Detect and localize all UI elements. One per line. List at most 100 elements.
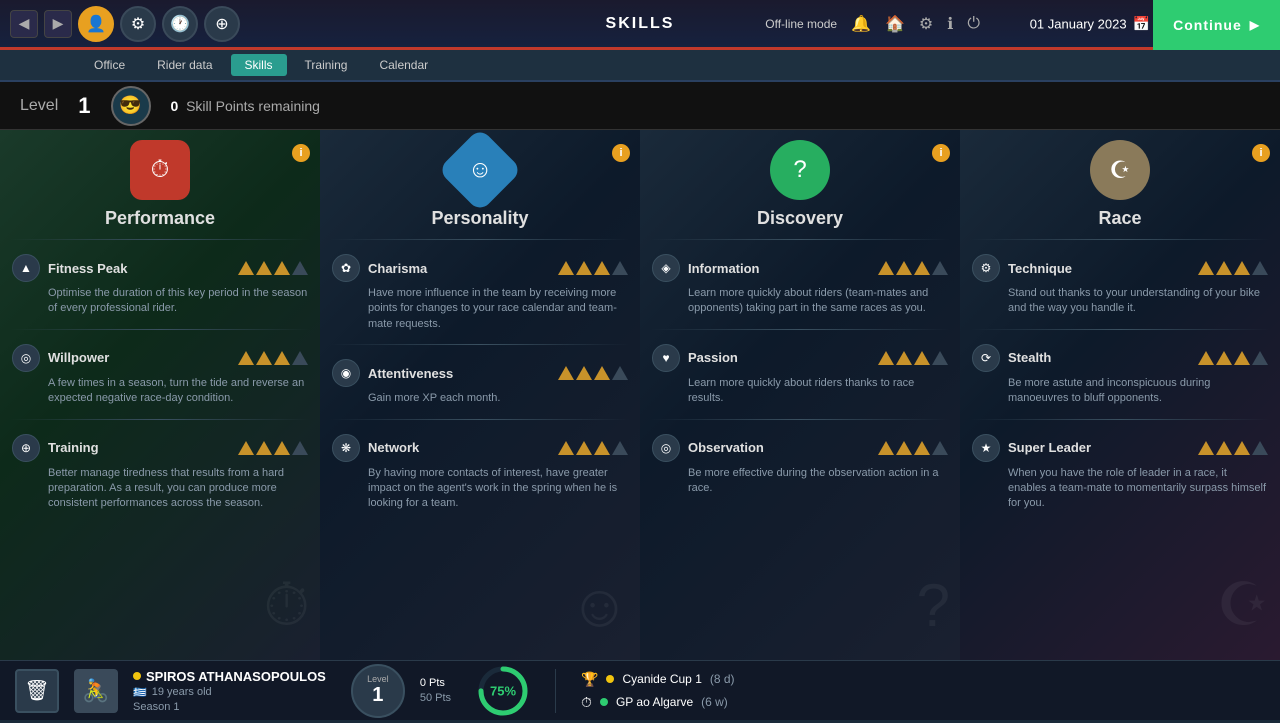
subnav-training[interactable]: Training xyxy=(291,54,362,76)
flag-icon: 🇬🇷 xyxy=(133,686,147,699)
star-4 xyxy=(612,261,628,275)
col-watermark-discovery: ? xyxy=(917,571,950,640)
divider xyxy=(10,329,310,330)
date-display: 01 January 2023 📅 xyxy=(1030,15,1150,32)
skill-willpower-row: ◎ Willpower xyxy=(12,344,308,372)
divider xyxy=(330,344,630,345)
nav-icon-team[interactable]: ⚙ xyxy=(120,6,156,42)
skill-attentiveness-row: ◉ Attentiveness xyxy=(332,359,628,387)
skill-information-icon: ◈ xyxy=(652,254,680,282)
discovery-icon: ? xyxy=(770,140,830,200)
home-icon[interactable]: 🏠 xyxy=(885,14,905,34)
skill-charisma-desc: Have more influence in the team by recei… xyxy=(332,286,628,332)
continue-button[interactable]: Continue xyxy=(1153,0,1280,50)
pts-total-row: 50 Pts xyxy=(420,692,451,704)
skill-technique-icon: ⚙ xyxy=(972,254,1000,282)
star-2 xyxy=(576,261,592,275)
calendar-icon[interactable]: 📅 xyxy=(1133,15,1150,32)
skill-training-row: ⊕ Training xyxy=(12,434,308,462)
skill-attentiveness-desc: Gain more XP each month. xyxy=(332,391,628,406)
skill-network-stars xyxy=(558,441,628,455)
skill-attentiveness-name: Attentiveness xyxy=(368,366,550,381)
divider xyxy=(650,419,950,420)
date-text: 01 January 2023 xyxy=(1030,16,1127,31)
col-header-performance: ⏱ Performance i xyxy=(0,130,320,233)
pts-info: 0 Pts 50 Pts xyxy=(420,677,451,704)
pts-current-row: 0 Pts xyxy=(420,677,451,689)
skill-passion-desc: Learn more quickly about riders thanks t… xyxy=(652,376,948,407)
star-1 xyxy=(558,441,574,455)
nav-forward-button[interactable]: ▶ xyxy=(44,10,72,38)
skill-observation-row: ◎ Observation xyxy=(652,434,948,462)
skill-willpower-icon: ◎ xyxy=(12,344,40,372)
star-3 xyxy=(594,261,610,275)
pts-current-value: 0 Pts xyxy=(420,677,445,689)
star-1 xyxy=(878,441,894,455)
star-2 xyxy=(256,441,272,455)
rider-age-text: 19 years old xyxy=(152,686,212,698)
skill-network-row: ❋ Network xyxy=(332,434,628,462)
rider-name-text: SPIROS ATHANASOPOULOS xyxy=(146,669,326,684)
skill-stealth-row: ⟳ Stealth xyxy=(972,344,1268,372)
divider xyxy=(970,419,1270,420)
power-icon[interactable]: ⏻ xyxy=(967,15,980,33)
race-info: 🏆 Cyanide Cup 1 (8 d) ⏱ GP ao Algarve (6… xyxy=(581,671,735,711)
skill-network-name: Network xyxy=(368,440,550,455)
star-2 xyxy=(896,261,912,275)
skill-observation-stars xyxy=(878,441,948,455)
star-1 xyxy=(238,261,254,275)
skill-points-value: 0 xyxy=(171,98,179,114)
level-bar: Level 1 😎 0 Skill Points remaining xyxy=(0,82,1280,130)
star-3 xyxy=(274,441,290,455)
race-2-detail: (6 w) xyxy=(701,695,728,709)
info-icon[interactable]: ℹ xyxy=(947,14,953,34)
subnav-riderdata[interactable]: Rider data xyxy=(143,54,226,76)
skill-super-leader-desc: When you have the role of leader in a ra… xyxy=(972,466,1268,512)
rider-level-label: Level xyxy=(367,674,389,684)
page-title: SKILLS xyxy=(606,15,675,33)
skill-fitness-name: Fitness Peak xyxy=(48,261,230,276)
skill-willpower-stars xyxy=(238,351,308,365)
star-2 xyxy=(256,261,272,275)
bell-icon[interactable]: 🔔 xyxy=(851,14,871,34)
star-1 xyxy=(558,366,574,380)
top-bar-left: ◀ ▶ 👤 ⚙ 🕐 ⊕ xyxy=(0,6,240,42)
star-2 xyxy=(1216,261,1232,275)
subnav-calendar[interactable]: Calendar xyxy=(365,54,442,76)
skill-passion: ♥ Passion Learn more quickly about rider… xyxy=(640,336,960,413)
nav-icon-rider[interactable]: 👤 xyxy=(78,6,114,42)
col-watermark-personality: ☺ xyxy=(569,571,630,640)
personality-info-badge[interactable]: i xyxy=(612,144,630,162)
skill-points-label: Skill Points remaining xyxy=(186,98,320,114)
nav-icon-globe[interactable]: ⊕ xyxy=(204,6,240,42)
gear-icon[interactable]: ⚙ xyxy=(919,14,933,34)
bottom-divider xyxy=(555,669,556,713)
discovery-icon-symbol: ? xyxy=(793,156,806,184)
race-title: Race xyxy=(1098,208,1141,229)
star-3 xyxy=(594,441,610,455)
subnav-office[interactable]: Office xyxy=(80,54,139,76)
star-2 xyxy=(1216,441,1232,455)
skill-training-desc: Better manage tiredness that results fro… xyxy=(12,466,308,512)
divider xyxy=(650,329,950,330)
skill-stealth-icon: ⟳ xyxy=(972,344,1000,372)
progress-ring: 75% xyxy=(476,664,530,718)
skill-passion-icon: ♥ xyxy=(652,344,680,372)
skill-stealth-stars xyxy=(1198,351,1268,365)
performance-info-badge[interactable]: i xyxy=(292,144,310,162)
nav-icon-clock[interactable]: 🕐 xyxy=(162,6,198,42)
discovery-info-badge[interactable]: i xyxy=(932,144,950,162)
race-icon: ☪ xyxy=(1090,140,1150,200)
nav-back-button[interactable]: ◀ xyxy=(10,10,38,38)
skill-technique-row: ⚙ Technique xyxy=(972,254,1268,282)
star-2 xyxy=(896,351,912,365)
skill-observation-name: Observation xyxy=(688,440,870,455)
rider-info: SPIROS ATHANASOPOULOS 🇬🇷 19 years old Se… xyxy=(133,669,326,713)
star-4 xyxy=(932,261,948,275)
race-info-badge[interactable]: i xyxy=(1252,144,1270,162)
star-1 xyxy=(878,261,894,275)
subnav-skills[interactable]: Skills xyxy=(231,54,287,76)
main-content: ⏱ Performance i ▲ Fitness Peak Optimise … xyxy=(0,130,1280,660)
rider-trophy-icon: 🗑 xyxy=(15,669,59,713)
skill-super-leader-row: ★ Super Leader xyxy=(972,434,1268,462)
